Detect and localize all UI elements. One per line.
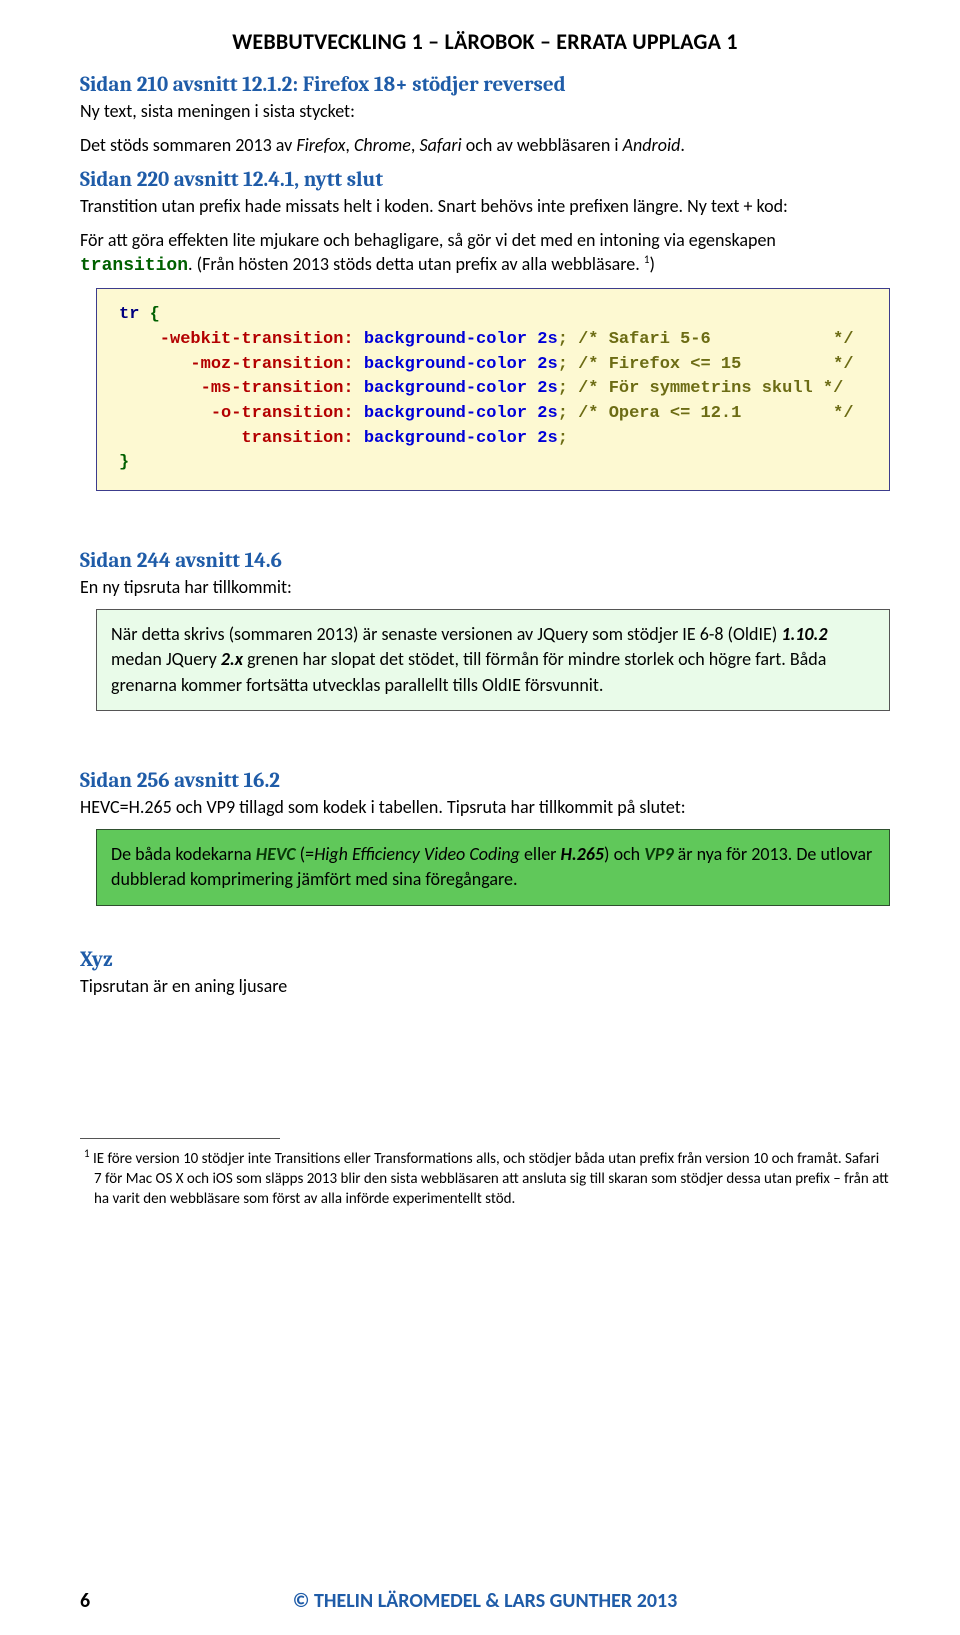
section-heading-256: Sidan 256 avsnitt 16.2 — [80, 769, 890, 793]
text: . — [680, 134, 685, 156]
footer-copyright: © THELIN LÄROMEDEL & LARS GUNTHER 2013 — [120, 1589, 850, 1613]
page-footer: 6 © THELIN LÄROMEDEL & LARS GUNTHER 2013 — [80, 1589, 890, 1613]
spacer — [80, 1008, 890, 1098]
footnote-separator — [80, 1138, 280, 1139]
code-text: ; /* Firefox <= 15 */ — [558, 355, 854, 374]
section-heading-244: Sidan 244 avsnitt 14.6 — [80, 549, 890, 573]
code-text: ; /* Safari 5-6 */ — [558, 330, 854, 349]
browser-chrome: Chrome — [354, 134, 411, 156]
text: När detta skrivs (sommaren 2013) är sena… — [111, 623, 781, 645]
codec-hevc: HEVC — [256, 843, 296, 865]
text: (= — [296, 843, 315, 865]
tip-box-jquery: När detta skrivs (sommaren 2013) är sena… — [96, 609, 890, 711]
spacer — [80, 491, 890, 543]
section-244-intro: En ny tipsruta har tillkommit: — [80, 575, 890, 599]
browser-android: Android — [623, 134, 681, 156]
code-text: background-color 2s — [354, 355, 558, 374]
text: och av webbläsaren i — [462, 134, 623, 156]
section-220-intro: Transtition utan prefix hade missats hel… — [80, 194, 890, 218]
code-text: transition: — [119, 429, 354, 448]
code-block-transition: tr { -webkit-transition: background-colo… — [96, 288, 890, 490]
section-220-body: För att göra effekten lite mjukare och b… — [80, 228, 890, 279]
tip-box-hevc: De båda kodekarna HEVC (=High Efficiency… — [96, 829, 890, 905]
section-256-intro: HEVC=H.265 och VP9 tillagd som kodek i t… — [80, 795, 890, 819]
codec-h265: H.265 — [561, 843, 605, 865]
text: ) — [649, 253, 654, 275]
code-text: tr — [119, 305, 139, 324]
section-heading-xyz: Xyz — [80, 948, 890, 972]
spacer — [80, 906, 890, 942]
section-xyz-body: Tipsrutan är en aning ljusare — [80, 974, 890, 998]
section-heading-220: Sidan 220 avsnitt 12.4.1, nytt slut — [80, 168, 890, 192]
footnote-text: IE före version 10 stödjer inte Transiti… — [90, 1150, 889, 1209]
text: ) och — [604, 843, 644, 865]
text: , — [345, 134, 354, 156]
code-text: background-color 2s — [354, 379, 558, 398]
version-1-10-2: 1.10.2 — [781, 623, 827, 645]
document-title: WEBBUTVECKLING 1 – LÄROBOK – ERRATA UPPL… — [80, 28, 890, 55]
text: . (Från hösten 2013 stöds detta utan pre… — [188, 253, 644, 275]
code-text: ; /* Opera <= 12.1 */ — [558, 404, 854, 423]
code-text: ; /* För symmetrins skull */ — [558, 379, 844, 398]
browser-firefox: Firefox — [296, 134, 345, 156]
text: För att göra effekten lite mjukare och b… — [80, 229, 776, 251]
code-text: background-color 2s — [354, 429, 558, 448]
code-text: } — [119, 453, 129, 472]
codec-vp9: VP9 — [644, 843, 673, 865]
code-text: ; — [558, 429, 568, 448]
codec-hevc-long: High Efficiency Video Coding — [314, 843, 520, 865]
code-text: -webkit-transition: — [119, 330, 354, 349]
section-heading-210: Sidan 210 avsnitt 12.1.2: Firefox 18+ st… — [80, 73, 890, 97]
spacer — [80, 711, 890, 763]
code-text: -ms-transition: — [119, 379, 354, 398]
code-text: { — [139, 305, 159, 324]
code-text: -o-transition: — [119, 404, 354, 423]
version-2x: 2.x — [221, 648, 243, 670]
code-text: background-color 2s — [354, 404, 558, 423]
text: medan JQuery — [111, 648, 221, 670]
browser-safari: Safari — [419, 134, 461, 156]
text: Det stöds sommaren 2013 av — [80, 134, 296, 156]
section-210-intro: Ny text, sista meningen i sista stycket: — [80, 99, 890, 123]
property-transition: transition — [80, 256, 188, 276]
section-210-body: Det stöds sommaren 2013 av Firefox, Chro… — [80, 133, 890, 157]
footnote-1: 1 IE före version 10 stödjer inte Transi… — [80, 1147, 890, 1210]
page-container: WEBBUTVECKLING 1 – LÄROBOK – ERRATA UPPL… — [0, 0, 960, 1635]
text: eller — [520, 843, 561, 865]
page-number: 6 — [80, 1589, 120, 1613]
code-text: -moz-transition: — [119, 355, 354, 374]
text: De båda kodekarna — [111, 843, 256, 865]
code-text: background-color 2s — [354, 330, 558, 349]
